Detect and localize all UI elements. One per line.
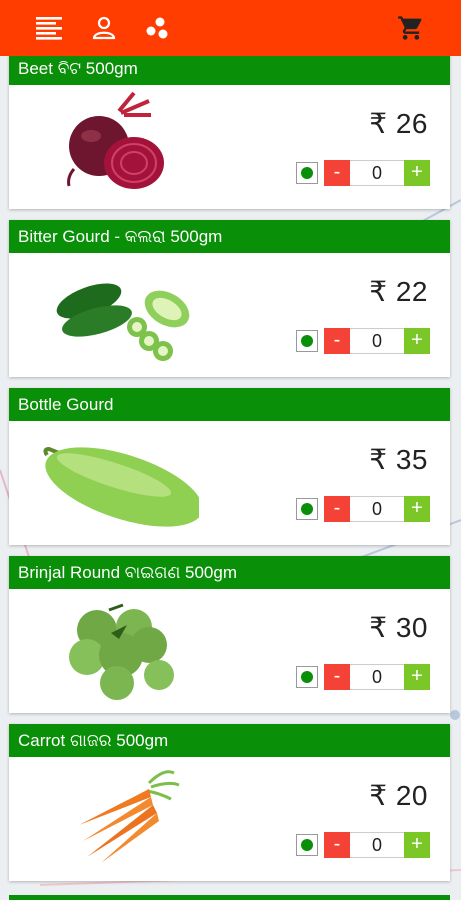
quantity-stepper: - 0 +: [296, 328, 430, 354]
product-name: Beet ବିଟ 500gm: [9, 56, 450, 85]
quantity-field[interactable]: 0: [350, 328, 404, 354]
brinjal-image: [69, 603, 174, 700]
decrease-quantity-button[interactable]: -: [324, 160, 350, 186]
quantity-field[interactable]: 0: [350, 160, 404, 186]
beetroot-image: [67, 91, 164, 189]
increase-quantity-button[interactable]: +: [404, 160, 430, 186]
product-price: ₹ 35: [369, 444, 428, 475]
product-card: Bottle Gourd ₹ 35 - 0 +: [9, 388, 450, 545]
carrot-image: [79, 770, 180, 863]
increase-quantity-button[interactable]: +: [404, 832, 430, 858]
product-card: Carrot ଗାଜର 500gm ₹ 20 - 0 +: [9, 724, 450, 881]
quantity-stepper: - 0 +: [296, 664, 430, 690]
decrease-quantity-button[interactable]: -: [324, 328, 350, 354]
veg-mark-icon: [296, 666, 318, 688]
decrease-quantity-button[interactable]: -: [324, 832, 350, 858]
decrease-quantity-button[interactable]: -: [324, 496, 350, 522]
product-price: ₹ 30: [369, 612, 428, 643]
quantity-field[interactable]: 0: [350, 664, 404, 690]
veg-mark-icon: [296, 498, 318, 520]
product-card: Brinjal Round ବାଇଗଣ 500gm ₹ 30 - 0 +: [9, 556, 450, 713]
veg-mark-icon: [296, 834, 318, 856]
quantity-stepper: - 0 +: [296, 832, 430, 858]
product-name: Carrot ଗାଜର 500gm: [9, 724, 450, 757]
veg-mark-icon: [296, 330, 318, 352]
decrease-quantity-button[interactable]: -: [324, 664, 350, 690]
user-icon[interactable]: [90, 14, 118, 42]
product-list: Beet ବିଟ 500gm ₹ 26 - 0 + Bitter Gourd -…: [0, 56, 461, 892]
product-price: ₹ 26: [369, 108, 428, 139]
top-app-bar: [0, 0, 461, 56]
quantity-stepper: - 0 +: [296, 160, 430, 186]
product-card: Beet ବିଟ 500gm ₹ 26 - 0 +: [9, 56, 450, 209]
quantity-field[interactable]: 0: [350, 832, 404, 858]
product-name: Brinjal Round ବାଇଗଣ 500gm: [9, 556, 450, 589]
menu-lines-icon[interactable]: [35, 14, 63, 42]
product-card: Bitter Gourd - କଲରା 500gm ₹ 22 - 0 +: [9, 220, 450, 377]
increase-quantity-button[interactable]: +: [404, 664, 430, 690]
cart-icon[interactable]: [397, 14, 425, 42]
product-price: ₹ 22: [369, 276, 428, 307]
product-price: ₹ 20: [369, 780, 428, 811]
next-card-header-edge: [9, 895, 450, 900]
increase-quantity-button[interactable]: +: [404, 328, 430, 354]
product-name: Bottle Gourd: [9, 388, 450, 421]
share-icon[interactable]: [144, 14, 172, 42]
veg-mark-icon: [296, 162, 318, 184]
bottle-gourd-image: [43, 446, 199, 527]
bitter-gourd-image: [56, 283, 190, 361]
product-list-container[interactable]: Beet ବିଟ 500gm ₹ 26 - 0 + Bitter Gourd -…: [0, 56, 461, 900]
product-name: Bitter Gourd - କଲରା 500gm: [9, 220, 450, 253]
quantity-stepper: - 0 +: [296, 496, 430, 522]
quantity-field[interactable]: 0: [350, 496, 404, 522]
increase-quantity-button[interactable]: +: [404, 496, 430, 522]
